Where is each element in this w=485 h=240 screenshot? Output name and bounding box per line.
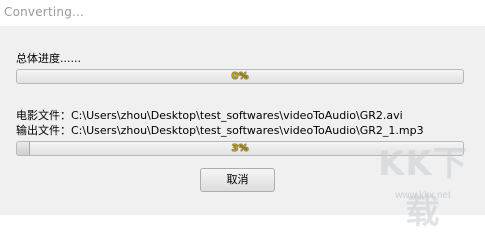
video-file-path: 电影文件：C:\Users\zhou\Desktop\test_software… bbox=[16, 109, 403, 122]
file-progress-percent: 3% bbox=[231, 143, 249, 154]
cancel-button[interactable]: 取消 bbox=[200, 168, 275, 192]
overall-progress-percent: 0% bbox=[231, 71, 249, 82]
title-bar: Converting... bbox=[0, 0, 485, 26]
dialog-content: 总体进度...... 0% 电影文件：C:\Users\zhou\Desktop… bbox=[0, 26, 485, 215]
overall-progress-bar: 0% bbox=[16, 69, 464, 84]
file-progress-bar: 3% bbox=[16, 141, 464, 156]
window-title: Converting... bbox=[4, 5, 85, 19]
overall-progress-label: 总体进度...... bbox=[16, 52, 81, 65]
output-file-path: 输出文件：C:\Users\zhou\Desktop\test_software… bbox=[16, 124, 424, 137]
